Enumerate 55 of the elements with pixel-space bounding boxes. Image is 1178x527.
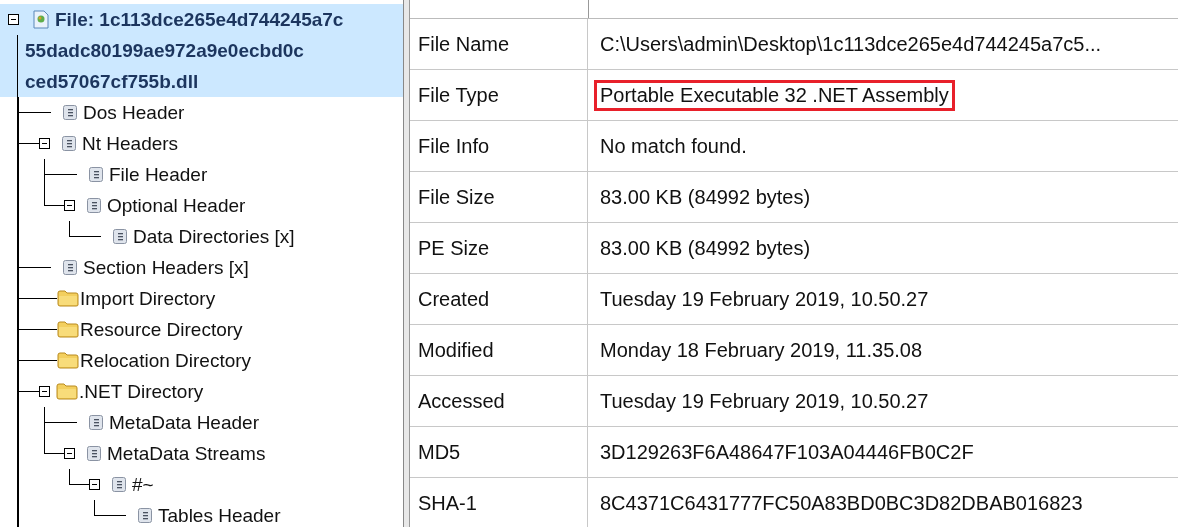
tree-item[interactable]: Nt Headers <box>82 128 179 159</box>
property-name: File Type <box>410 70 588 120</box>
property-name: Created <box>410 274 588 324</box>
file-icon <box>33 10 49 29</box>
property-value: Tuesday 19 February 2019, 10.50.27 <box>599 388 930 414</box>
tree-item[interactable]: Relocation Directory <box>80 345 252 376</box>
tree-item[interactable]: Data Directories [x] <box>133 221 295 252</box>
tree-item[interactable]: MetaData Header <box>109 407 259 438</box>
property-name: Accessed <box>410 376 588 426</box>
collapse-toggle[interactable] <box>89 479 100 490</box>
property-value: 83.00 KB (84992 bytes) <box>599 235 812 261</box>
property-name: File Size <box>410 172 588 222</box>
tree-item[interactable]: #~ <box>132 469 154 500</box>
folder-icon <box>56 383 78 400</box>
folder-icon <box>57 321 79 338</box>
tree-item[interactable]: Dos Header <box>83 97 185 128</box>
tree-item[interactable]: Optional Header <box>107 190 246 221</box>
property-value: 83.00 KB (84992 bytes) <box>599 184 812 210</box>
document-icon <box>112 477 126 492</box>
collapse-toggle[interactable] <box>64 200 75 211</box>
property-value: 8C4371C6431777FC50A83BD0BC3D82DBAB016823 <box>599 490 1084 516</box>
document-icon <box>138 508 152 523</box>
highlighted-value: Portable Executable 32 .NET Assembly <box>594 79 955 111</box>
property-value: No match found. <box>599 133 748 159</box>
property-name: PE Size <box>410 223 588 273</box>
document-icon <box>87 446 101 461</box>
collapse-toggle[interactable] <box>39 138 50 149</box>
tree-root-item[interactable]: File: 1c113dce265e4d744245a7c 55dadc80199ae972a9e0ecbd0c ced57067cf755b.dll <box>0 4 403 97</box>
property-value: Tuesday 19 February 2019, 10.50.27 <box>599 286 930 312</box>
document-icon <box>89 415 103 430</box>
property-name: Modified <box>410 325 588 375</box>
property-name: File Name <box>410 19 588 69</box>
tree-item[interactable]: File Header <box>109 159 208 190</box>
tree-item[interactable]: Tables Header <box>158 500 281 527</box>
property-name: MD5 <box>410 427 588 477</box>
property-value: C:\Users\admin\Desktop\1c113dce265e4d744245a7c5... <box>599 31 1103 57</box>
document-icon <box>62 136 76 151</box>
document-icon <box>63 260 77 275</box>
property-value: 3D129263F6A48647F103A04446FB0C2F <box>599 439 975 465</box>
property-name: File Info <box>410 121 588 171</box>
property-value: Monday 18 February 2019, 11.35.08 <box>599 337 924 363</box>
tree-item[interactable]: Import Directory <box>80 283 216 314</box>
folder-icon <box>57 290 79 307</box>
document-icon <box>89 167 103 182</box>
tree-item[interactable]: Section Headers [x] <box>83 252 249 283</box>
tree-item[interactable]: .NET Directory <box>79 376 204 407</box>
folder-icon <box>57 352 79 369</box>
tree-item[interactable]: MetaData Streams <box>107 438 266 469</box>
document-icon <box>63 105 77 120</box>
document-icon <box>113 229 127 244</box>
document-icon <box>87 198 101 213</box>
tree-item[interactable]: Resource Directory <box>80 314 243 345</box>
collapse-toggle[interactable] <box>39 386 50 397</box>
property-name: SHA-1 <box>410 478 588 527</box>
collapse-toggle[interactable] <box>64 448 75 459</box>
